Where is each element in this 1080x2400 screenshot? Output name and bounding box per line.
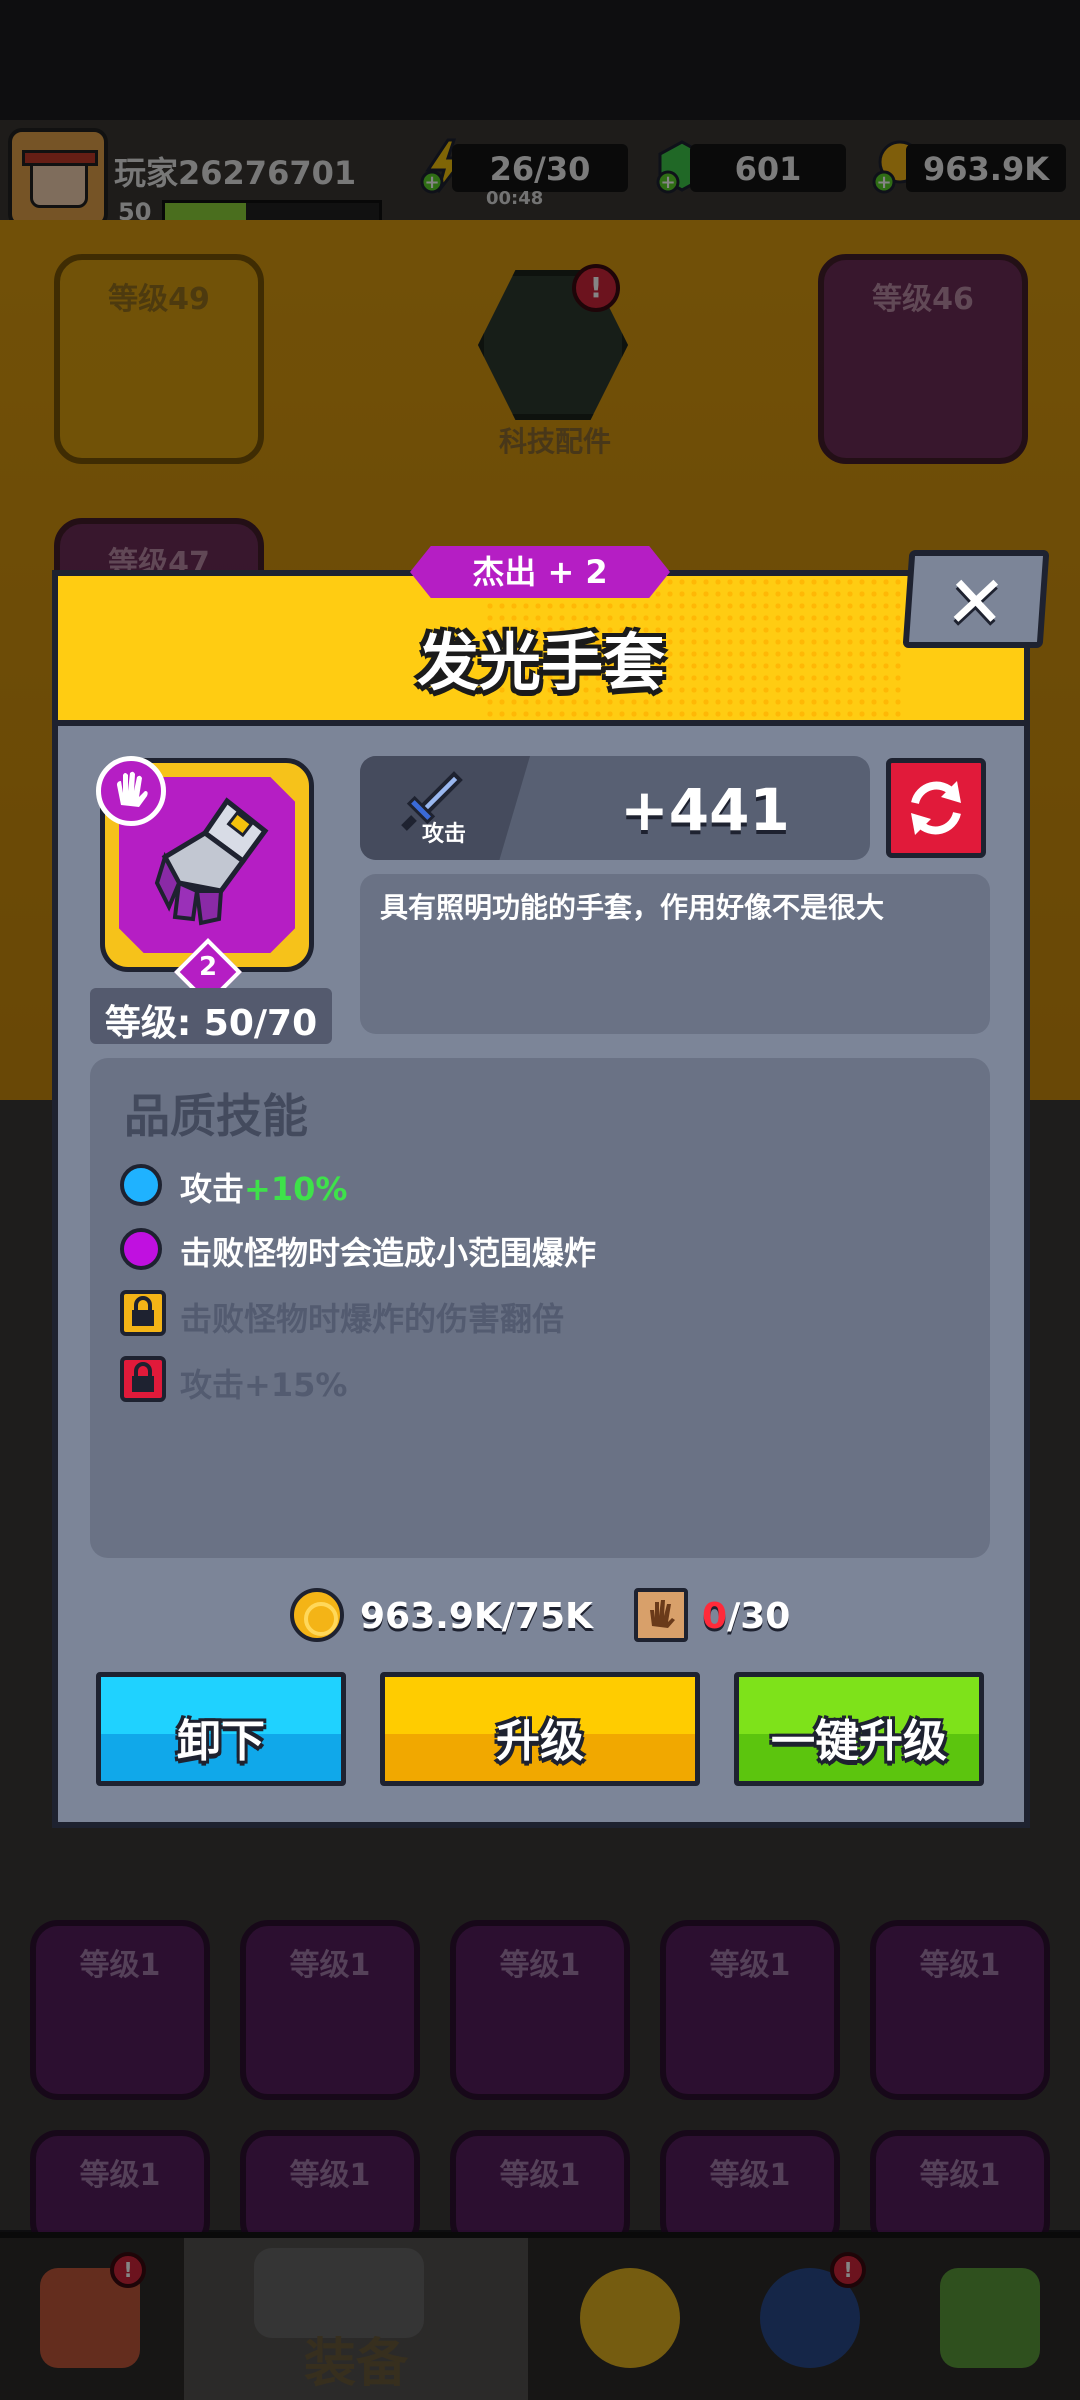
quality-skills-title: 品质技能 xyxy=(124,1089,308,1143)
glove-scroll-icon xyxy=(634,1588,688,1642)
close-icon: ✕ xyxy=(942,560,1009,644)
reroll-button[interactable] xyxy=(886,758,986,858)
hand-icon xyxy=(117,771,148,807)
coin-cost: 963.9K/75K xyxy=(360,1596,593,1637)
item-star-count: 2 xyxy=(198,952,218,982)
attack-stat-label: 攻击 xyxy=(422,822,467,847)
item-name: 发光手套 xyxy=(416,626,665,699)
upgrade-button[interactable]: 升级 xyxy=(380,1672,700,1786)
material-have: 0 xyxy=(702,1596,728,1637)
quality-skills-panel: 品质技能 攻击+10% 击败怪物时会造成小范围爆炸 击败怪物时爆炸的伤害翻倍 攻… xyxy=(90,1058,990,1558)
skill-blue-dot-icon xyxy=(120,1164,162,1206)
item-description: 具有照明功能的手套，作用好像不是很大 xyxy=(380,891,885,924)
attack-stat-value: +441 xyxy=(620,776,790,844)
skill-purple-dot-icon xyxy=(120,1228,162,1270)
material-need: /30 xyxy=(727,1596,791,1637)
item-description-box: 具有照明功能的手套，作用好像不是很大 xyxy=(360,874,990,1034)
lock-icon xyxy=(120,1290,166,1336)
skill-text: 攻击+10% xyxy=(180,1164,347,1210)
modal-header: 发光手套 xyxy=(58,576,1024,726)
material-cost: 0/30 xyxy=(702,1596,790,1637)
skill-text: 攻击+15% xyxy=(180,1366,348,1404)
refresh-icon xyxy=(911,781,961,835)
glove-slot-badge xyxy=(96,756,166,826)
item-level-box: 等级: 50/70 xyxy=(90,988,332,1044)
upgrade-button-label: 升级 xyxy=(496,1716,584,1767)
lock-icon xyxy=(120,1356,166,1402)
skill-bonus: +10% xyxy=(244,1170,348,1208)
skill-text: 击败怪物时爆炸的伤害翻倍 xyxy=(180,1300,565,1338)
unequip-button[interactable]: 卸下 xyxy=(96,1672,346,1786)
coin-icon xyxy=(290,1588,344,1642)
skill-text: 击败怪物时会造成小范围爆炸 xyxy=(180,1234,597,1272)
attack-stat: 攻击 +441 xyxy=(360,756,870,860)
quality-ribbon: 杰出 + 2 xyxy=(410,546,670,598)
upgrade-all-button[interactable]: 一键升级 xyxy=(734,1672,984,1786)
upgrade-cost: 963.9K/75K 0/30 xyxy=(290,1588,810,1644)
skill-name: 攻击 xyxy=(180,1170,245,1208)
item-level: 等级: 50/70 xyxy=(104,1003,318,1044)
unequip-button-label: 卸下 xyxy=(177,1716,265,1767)
close-button[interactable]: ✕ xyxy=(902,550,1050,648)
upgrade-all-button-label: 一键升级 xyxy=(771,1716,947,1767)
